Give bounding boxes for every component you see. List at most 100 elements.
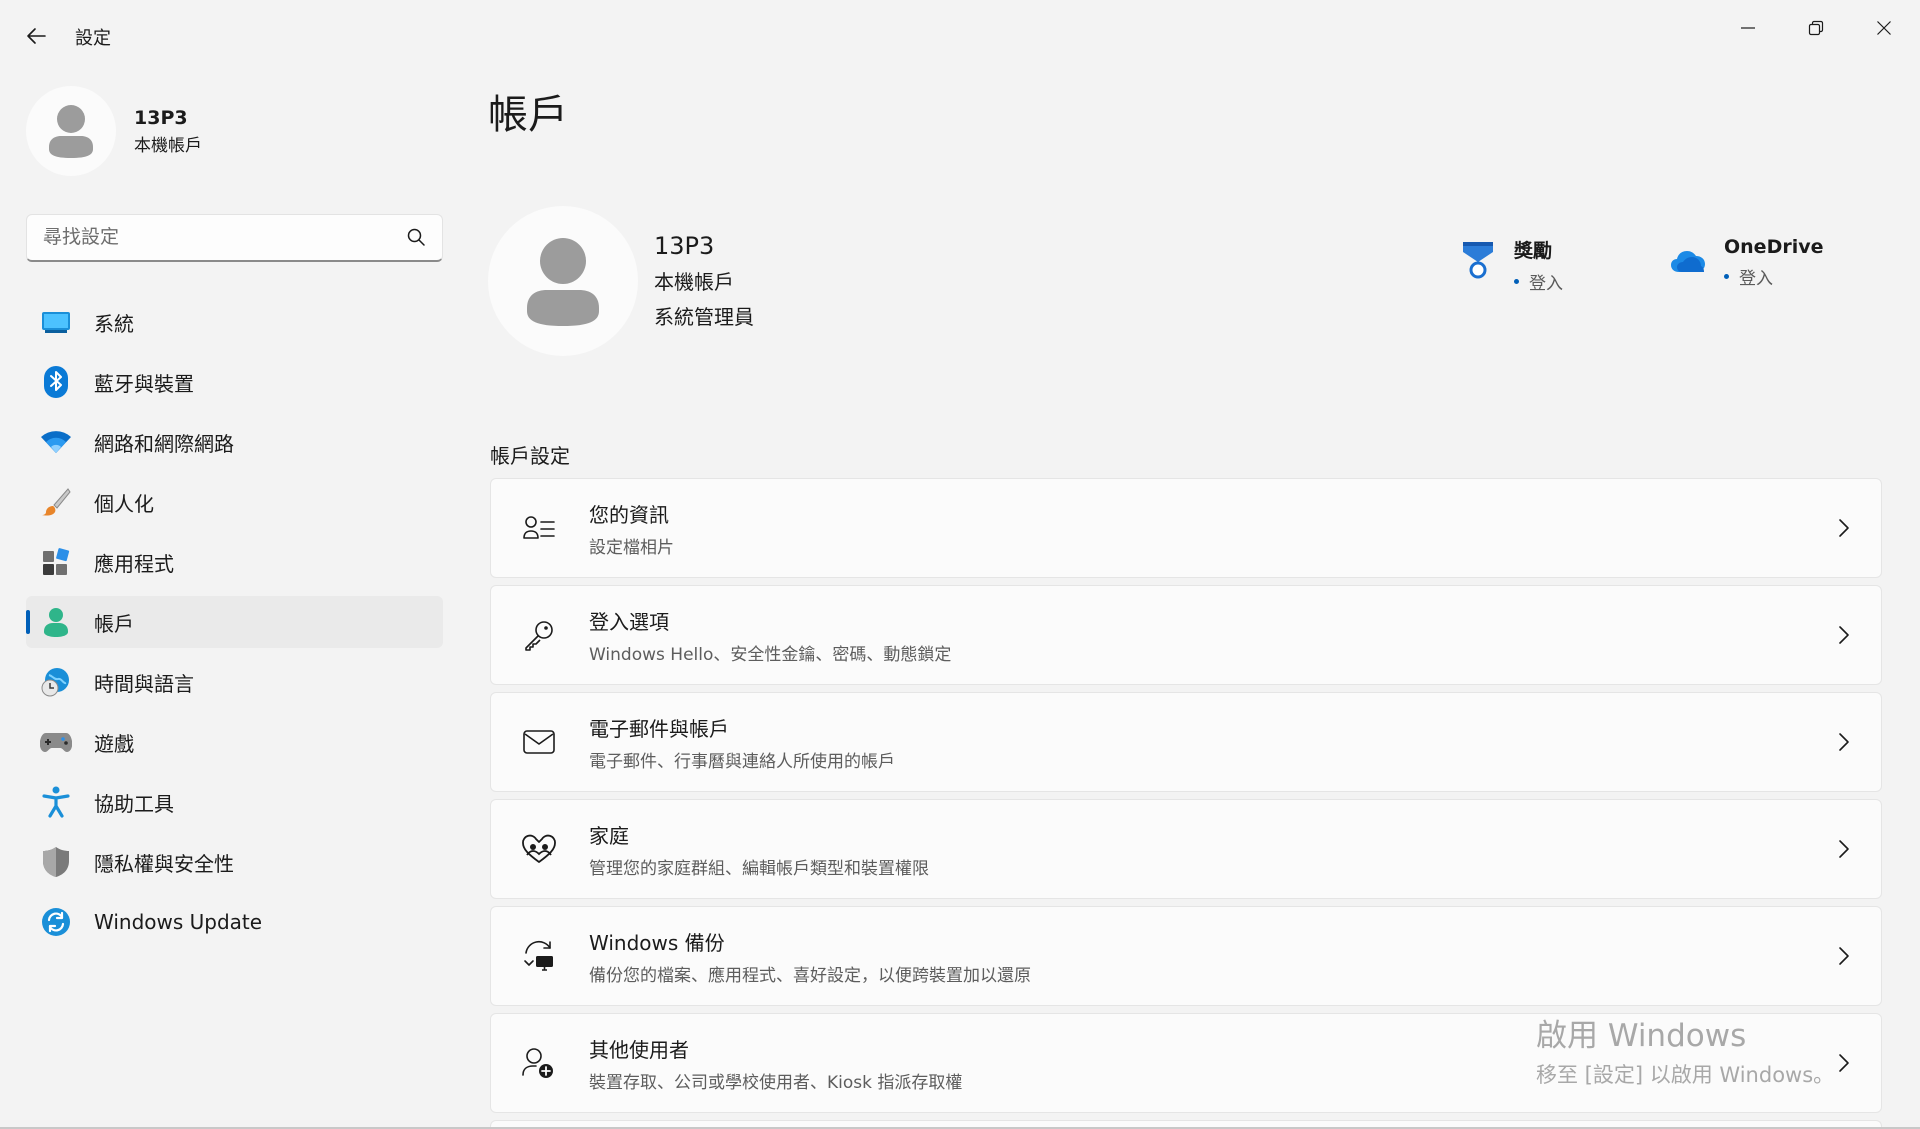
bluetooth-icon [40, 366, 72, 398]
sidebar-item-label: 應用程式 [94, 551, 174, 576]
search-icon[interactable] [406, 227, 426, 247]
mail-icon [519, 722, 559, 762]
sidebar-item-label: 網路和網際網路 [94, 431, 234, 456]
service-status[interactable]: 登入 [1514, 269, 1563, 294]
minimize-button[interactable] [1720, 8, 1776, 48]
account-icon [40, 606, 72, 638]
card-your-info[interactable]: 您的資訊 設定檔相片 [490, 478, 1882, 578]
sidebar-item-label: 系統 [94, 311, 134, 336]
onedrive-cloud-icon [1668, 236, 1708, 284]
app-title: 設定 [75, 28, 111, 49]
chevron-right-icon [1839, 840, 1849, 858]
sidebar-item-windows-update[interactable]: Windows Update [26, 896, 443, 948]
title-bar: 設定 [0, 0, 1920, 70]
sidebar-item-personalization[interactable]: 個人化 [26, 476, 443, 528]
sidebar-item-accessibility[interactable]: 協助工具 [26, 776, 443, 828]
accessibility-icon [40, 786, 72, 818]
sidebar-item-apps[interactable]: 應用程式 [26, 536, 443, 588]
paintbrush-icon [40, 486, 72, 518]
user-avatar-icon [527, 238, 599, 326]
sidebar-item-accounts[interactable]: 帳戶 [26, 596, 443, 648]
sidebar-item-time-language[interactable]: 時間與語言 [26, 656, 443, 708]
sidebar-item-label: 帳戶 [94, 611, 134, 636]
chevron-right-icon [1839, 626, 1849, 644]
close-icon [1877, 21, 1891, 35]
profile-role: 系統管理員 [654, 305, 754, 329]
key-icon [519, 615, 559, 655]
sidebar: 13P3 本機帳戶 系統 [0, 70, 460, 1129]
sidebar-item-privacy-security[interactable]: 隱私權與安全性 [26, 836, 443, 888]
card-subtitle: Windows Hello、安全性金鑰、密碼、動態鎖定 [589, 644, 952, 665]
avatar [26, 86, 116, 176]
globe-clock-icon [40, 666, 72, 698]
service-status-label: 登入 [1739, 269, 1773, 289]
user-avatar-icon [49, 105, 93, 158]
restore-icon [1808, 20, 1824, 36]
card-title: 登入選項 [589, 609, 669, 634]
sidebar-item-label: Windows Update [94, 910, 263, 934]
sidebar-item-label: 協助工具 [94, 791, 174, 816]
sidebar-item-gaming[interactable]: 遊戲 [26, 716, 443, 768]
sidebar-item-label: 遊戲 [94, 731, 134, 756]
card-title: 您的資訊 [589, 502, 669, 527]
back-arrow-icon [27, 28, 46, 44]
search-input[interactable] [27, 215, 387, 259]
chevron-right-icon [1839, 519, 1849, 537]
wifi-icon [40, 426, 72, 458]
service-name: OneDrive [1724, 236, 1824, 258]
windows-update-icon [40, 906, 72, 938]
family-heart-icon [519, 829, 559, 869]
profile-name: 13P3 [654, 232, 715, 260]
page-title: 帳戶 [488, 92, 568, 138]
chevron-right-icon [1839, 947, 1849, 965]
status-dot-icon [1514, 279, 1519, 284]
restore-button[interactable] [1788, 8, 1844, 48]
sidebar-item-label: 隱私權與安全性 [94, 851, 234, 876]
shield-icon [40, 846, 72, 878]
rewards-medal-icon [1458, 236, 1498, 284]
card-title: 家庭 [589, 823, 629, 848]
card-family[interactable]: 家庭 管理您的家庭群組、編輯帳戶類型和裝置權限 [490, 799, 1882, 899]
system-display-icon [40, 306, 72, 338]
profile-account-type: 本機帳戶 [134, 135, 202, 156]
onedrive-service[interactable]: OneDrive 登入 [1668, 236, 1824, 289]
rewards-service[interactable]: 獎勵 登入 [1458, 236, 1563, 294]
watermark-title: 啟用 Windows [1536, 1018, 1747, 1054]
close-button[interactable] [1856, 8, 1912, 48]
section-label-account-settings: 帳戶設定 [490, 444, 570, 468]
account-profile: 13P3 本機帳戶 系統管理員 [488, 206, 754, 356]
search-box [26, 214, 443, 262]
avatar[interactable] [488, 206, 638, 356]
main-content: 帳戶 13P3 本機帳戶 系統管理員 獎勵 登入 OneDrive 登入 帳戶設… [488, 70, 1884, 1129]
chevron-right-icon [1839, 1054, 1849, 1072]
sidebar-item-system[interactable]: 系統 [26, 296, 443, 348]
card-sign-in-options[interactable]: 登入選項 Windows Hello、安全性金鑰、密碼、動態鎖定 [490, 585, 1882, 685]
profile-account-type: 本機帳戶 [654, 270, 734, 294]
service-status[interactable]: 登入 [1724, 264, 1824, 289]
gamepad-icon [40, 726, 72, 758]
service-status-label: 登入 [1529, 274, 1563, 294]
minimize-icon [1741, 27, 1755, 29]
card-subtitle: 電子郵件、行事曆與連絡人所使用的帳戶 [589, 751, 895, 772]
sidebar-item-label: 個人化 [94, 491, 154, 516]
sidebar-item-network[interactable]: 網路和網際網路 [26, 416, 443, 468]
user-info-icon [519, 508, 559, 548]
sidebar-item-label: 時間與語言 [94, 671, 194, 696]
service-name: 獎勵 [1514, 240, 1553, 262]
sidebar-nav: 系統 藍牙與裝置 網路和網際網路 個人化 應用程式 帳戶 時間與語言 遊戲 協助… [26, 296, 443, 956]
sidebar-profile[interactable]: 13P3 本機帳戶 [26, 86, 202, 176]
chevron-right-icon [1839, 733, 1849, 751]
activation-watermark: 啟用 Windows 移至 [設定] 以啟用 Windows。 [1536, 1010, 1834, 1089]
back-button[interactable] [16, 18, 56, 54]
card-subtitle: 管理您的家庭群組、編輯帳戶類型和裝置權限 [589, 858, 929, 879]
card-email-accounts[interactable]: 電子郵件與帳戶 電子郵件、行事曆與連絡人所使用的帳戶 [490, 692, 1882, 792]
card-windows-backup[interactable]: Windows 備份 備份您的檔案、應用程式、喜好設定，以便跨裝置加以還原 [490, 906, 1882, 1006]
card-title: Windows 備份 [589, 930, 725, 955]
add-user-icon [519, 1043, 559, 1083]
status-dot-icon [1724, 274, 1729, 279]
card-subtitle: 裝置存取、公司或學校使用者、Kiosk 指派存取權 [589, 1072, 963, 1093]
card-subtitle: 設定檔相片 [589, 537, 674, 558]
sidebar-item-bluetooth[interactable]: 藍牙與裝置 [26, 356, 443, 408]
profile-name: 13P3 [134, 106, 188, 129]
card-subtitle: 備份您的檔案、應用程式、喜好設定，以便跨裝置加以還原 [589, 965, 1031, 986]
